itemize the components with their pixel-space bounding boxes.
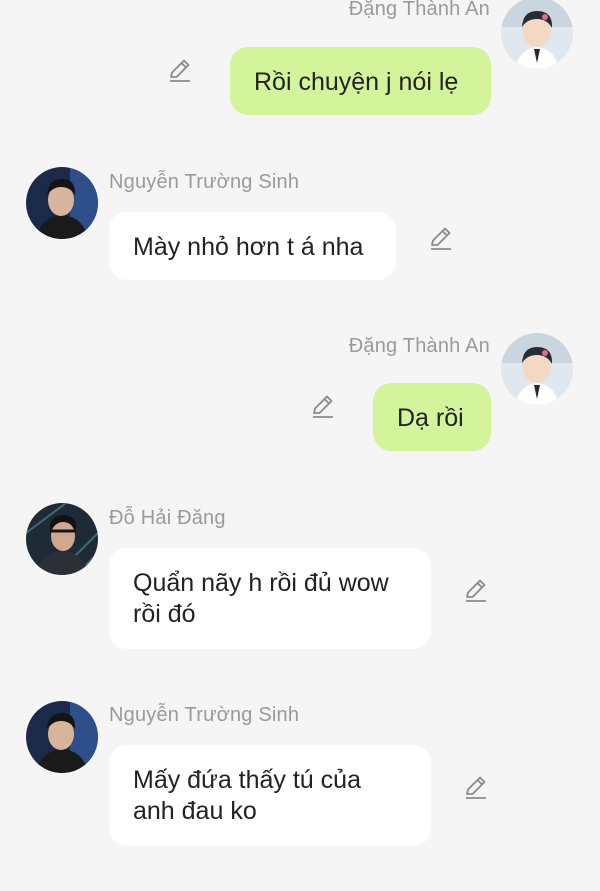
- pencil-icon[interactable]: [428, 225, 454, 251]
- pencil-icon[interactable]: [463, 577, 489, 603]
- message-bubble[interactable]: Mấy đứa thấy tú của anh đau ko: [109, 745, 431, 846]
- pencil-icon[interactable]: [310, 393, 336, 419]
- avatar-dang-thanh-an[interactable]: [501, 333, 573, 405]
- pencil-icon[interactable]: [167, 57, 193, 83]
- pencil-icon[interactable]: [463, 774, 489, 800]
- sender-name: Đỗ Hải Đăng: [109, 507, 226, 529]
- sender-name: Đặng Thành An: [348, 335, 490, 357]
- message-incoming: Nguyễn Trường Sinh Mấy đứa thấy tú của a…: [0, 693, 600, 863]
- chat-conversation: Đặng Thành An Rồi chuyện j nói lẹ Nguyễn…: [0, 0, 600, 891]
- avatar-nguyen-truong-sinh[interactable]: [26, 167, 98, 239]
- message-incoming: Nguyễn Trường Sinh Mày nhỏ hơn t á nha: [0, 160, 600, 300]
- sender-name: Nguyễn Trường Sinh: [109, 704, 300, 726]
- avatar-do-hai-dang[interactable]: [26, 503, 98, 575]
- message-outgoing: Đặng Thành An Dạ rồi: [0, 330, 600, 460]
- message-outgoing: Đặng Thành An Rồi chuyện j nói lẹ: [0, 0, 600, 130]
- avatar-nguyen-truong-sinh[interactable]: [26, 701, 98, 773]
- sender-name: Nguyễn Trường Sinh: [109, 171, 300, 193]
- message-bubble[interactable]: Rồi chuyện j nói lẹ: [230, 47, 491, 115]
- sender-name: Đặng Thành An: [348, 0, 490, 20]
- message-bubble[interactable]: Dạ rồi: [373, 383, 491, 451]
- message-bubble[interactable]: Mày nhỏ hơn t á nha: [109, 212, 396, 280]
- message-incoming: Đỗ Hải Đăng Quẩn nãy h rồi đủ wow rồi đó: [0, 495, 600, 665]
- message-bubble[interactable]: Quẩn nãy h rồi đủ wow rồi đó: [109, 548, 431, 649]
- avatar-dang-thanh-an[interactable]: [501, 0, 573, 69]
